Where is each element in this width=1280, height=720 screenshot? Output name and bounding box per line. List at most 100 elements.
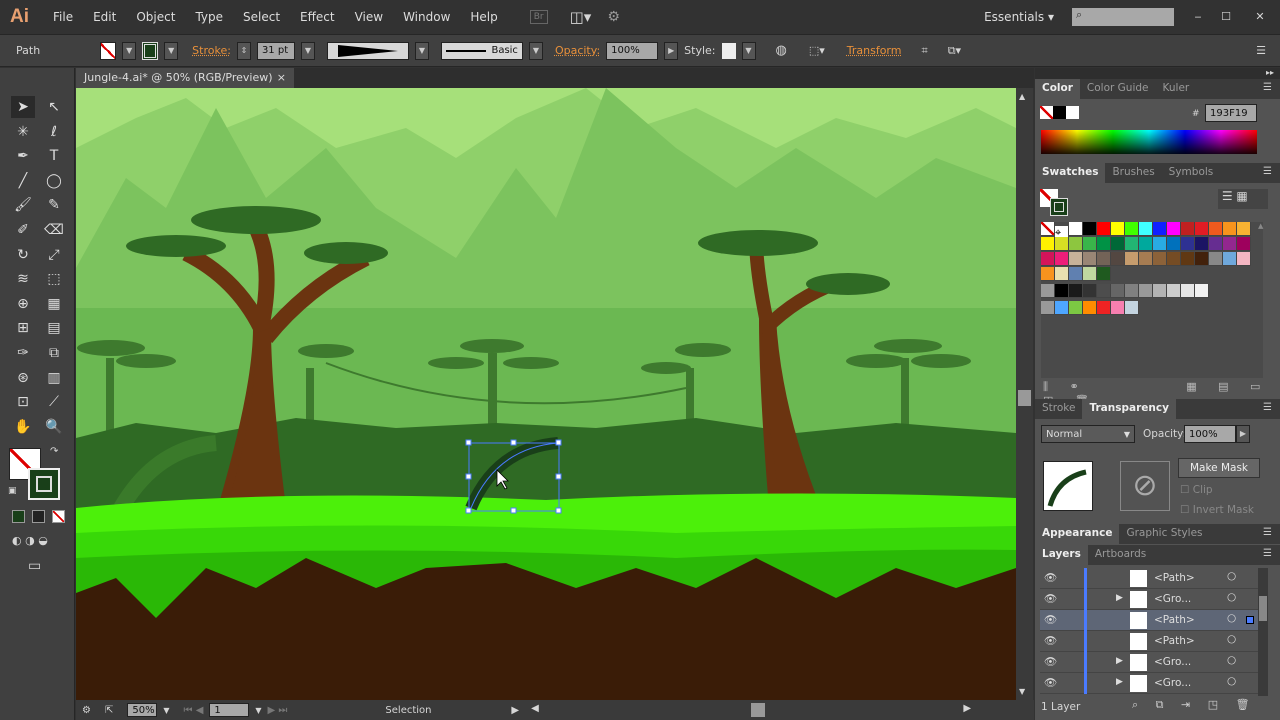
swatch[interactable] <box>1125 301 1139 315</box>
swatch[interactable] <box>1055 237 1069 251</box>
menu-select[interactable]: Select <box>233 10 290 24</box>
panel-menu-icon[interactable]: ☰ <box>1263 82 1272 93</box>
panel-menu-icon[interactable]: ☰ <box>1263 166 1272 177</box>
control-panel-menu-icon[interactable]: ☰ <box>1256 44 1266 57</box>
recolor-artwork-icon[interactable]: ◍ <box>776 43 787 58</box>
rotate-tool-icon[interactable]: ↻ <box>11 244 35 266</box>
swatch[interactable] <box>1041 222 1055 236</box>
swatch[interactable] <box>1097 267 1111 281</box>
swatch[interactable] <box>1167 284 1181 298</box>
swatch[interactable] <box>1111 237 1125 251</box>
pen-tool-icon[interactable]: ✒ <box>11 145 35 167</box>
layer-row[interactable]: 👁 <Path> ○ <box>1040 610 1258 631</box>
swatch[interactable] <box>1111 284 1125 298</box>
swatch[interactable] <box>1097 222 1111 236</box>
swatch[interactable] <box>1055 301 1069 315</box>
type-tool-icon[interactable]: T <box>42 145 66 167</box>
target-circle-icon[interactable]: ○ <box>1227 612 1236 624</box>
layer-row[interactable]: 👁 <Path> ○ <box>1040 568 1258 589</box>
menu-window[interactable]: Window <box>393 10 460 24</box>
white-color-chip[interactable] <box>1066 106 1079 119</box>
stroke-weight-input[interactable]: 31 pt <box>256 41 295 60</box>
swatch[interactable] <box>1209 252 1223 266</box>
artboard-dropdown[interactable]: ▼ <box>255 706 261 715</box>
menu-view[interactable]: View <box>345 10 393 24</box>
variable-width-profile[interactable] <box>326 41 409 60</box>
target-circle-icon[interactable]: ○ <box>1227 633 1236 645</box>
swatch[interactable] <box>1111 301 1125 315</box>
expand-triangle-icon[interactable]: ▶ <box>1116 656 1123 666</box>
export-icon[interactable]: ⇱ <box>105 705 113 716</box>
swatch[interactable] <box>1181 222 1195 236</box>
menu-help[interactable]: Help <box>460 10 507 24</box>
layer-row[interactable]: 👁 ▶ <Gro... ○ <box>1040 652 1258 673</box>
zoom-dropdown[interactable]: ▼ <box>163 706 169 715</box>
swatch[interactable] <box>1097 252 1111 266</box>
warp-tool-icon[interactable]: ≋ <box>11 268 35 290</box>
swatch[interactable] <box>1167 222 1181 236</box>
none-mode-button[interactable] <box>52 510 65 523</box>
profile-dropdown[interactable]: ▼ <box>414 41 429 60</box>
stroke-weight-dropdown[interactable]: ▼ <box>300 41 315 60</box>
perspective-grid-tool-icon[interactable]: ▦ <box>42 293 66 315</box>
target-circle-icon[interactable]: ○ <box>1227 570 1236 582</box>
current-tool-status[interactable]: Selection <box>385 705 505 716</box>
style-dropdown[interactable]: ▼ <box>741 41 756 60</box>
swatch[interactable] <box>1167 237 1181 251</box>
swatch[interactable] <box>1083 267 1097 281</box>
blend-mode-select[interactable]: Normal ▼ <box>1041 425 1135 443</box>
selection-tool-icon[interactable]: ➤ <box>11 96 35 118</box>
horizontal-scrollbar[interactable]: ◀ ▶ <box>531 703 971 717</box>
scale-tool-icon[interactable]: ⤢ <box>42 244 66 266</box>
list-view-icon[interactable]: ☰ <box>1218 189 1236 203</box>
swatch[interactable] <box>1209 222 1223 236</box>
swatch[interactable] <box>1181 237 1195 251</box>
hscroll-thumb[interactable] <box>751 703 766 717</box>
lasso-tool-icon[interactable]: ℓ <box>42 121 66 143</box>
clip-checkbox[interactable]: ☐ Clip <box>1180 484 1213 496</box>
swatch-view-toggle[interactable]: ☰ ▦ <box>1218 189 1268 209</box>
document-tab[interactable]: Jungle-4.ai* @ 50% (RGB/Preview) × <box>76 68 294 88</box>
color-mode-button[interactable] <box>12 510 25 523</box>
layer-row[interactable]: 👁 <Path> ○ <box>1040 631 1258 652</box>
swatch[interactable] <box>1195 237 1209 251</box>
panel-menu-icon[interactable]: ☰ <box>1263 402 1272 413</box>
swatch[interactable] <box>1153 252 1167 266</box>
scroll-down-icon[interactable]: ▼ <box>1019 687 1025 696</box>
column-graph-tool-icon[interactable]: ▥ <box>42 367 66 389</box>
swatch[interactable] <box>1153 222 1167 236</box>
close-button[interactable]: ✕ <box>1240 10 1280 23</box>
opacity-input[interactable]: 100% <box>606 41 659 60</box>
swatch[interactable] <box>1069 237 1083 251</box>
slice-tool-icon[interactable]: ⟋ <box>42 391 66 413</box>
swatch[interactable] <box>1111 252 1125 266</box>
swatch[interactable] <box>1055 267 1069 281</box>
swap-fill-stroke-icon[interactable]: ↷ <box>50 446 58 457</box>
opacity-input[interactable]: 100% <box>1184 425 1236 443</box>
tab-layers[interactable]: Layers <box>1035 545 1088 565</box>
layers-scroll-thumb[interactable] <box>1259 596 1267 621</box>
isolate-icon[interactable]: ⌗ <box>921 44 927 58</box>
swatch[interactable] <box>1041 267 1055 281</box>
hex-input[interactable]: 193F19 <box>1205 104 1257 122</box>
hand-tool-icon[interactable]: ✋ <box>11 416 35 438</box>
swatch[interactable] <box>1069 267 1083 281</box>
menu-file[interactable]: File <box>43 10 83 24</box>
stroke-color-box[interactable] <box>28 468 60 500</box>
swatch[interactable] <box>1237 252 1251 266</box>
artboard-nav-next[interactable]: ▶ ⏭ <box>268 705 288 716</box>
swatch[interactable] <box>1125 237 1139 251</box>
swatch[interactable] <box>1111 222 1125 236</box>
swatch[interactable] <box>1223 252 1237 266</box>
visibility-eye-icon[interactable]: 👁 <box>1044 571 1057 584</box>
direct-selection-tool-icon[interactable]: ↖ <box>42 96 66 118</box>
swatch[interactable] <box>1139 284 1153 298</box>
opacity-arrow[interactable]: ▶ <box>664 41 679 60</box>
stroke-dropdown[interactable]: ▼ <box>164 41 179 60</box>
gradient-mode-button[interactable] <box>32 510 45 523</box>
swatch[interactable] <box>1153 237 1167 251</box>
minimize-button[interactable]: ‒ <box>1184 10 1212 23</box>
fill-swatch[interactable] <box>100 41 117 60</box>
eyedropper-tool-icon[interactable]: ✑ <box>11 342 35 364</box>
tab-brushes[interactable]: Brushes <box>1105 163 1161 183</box>
